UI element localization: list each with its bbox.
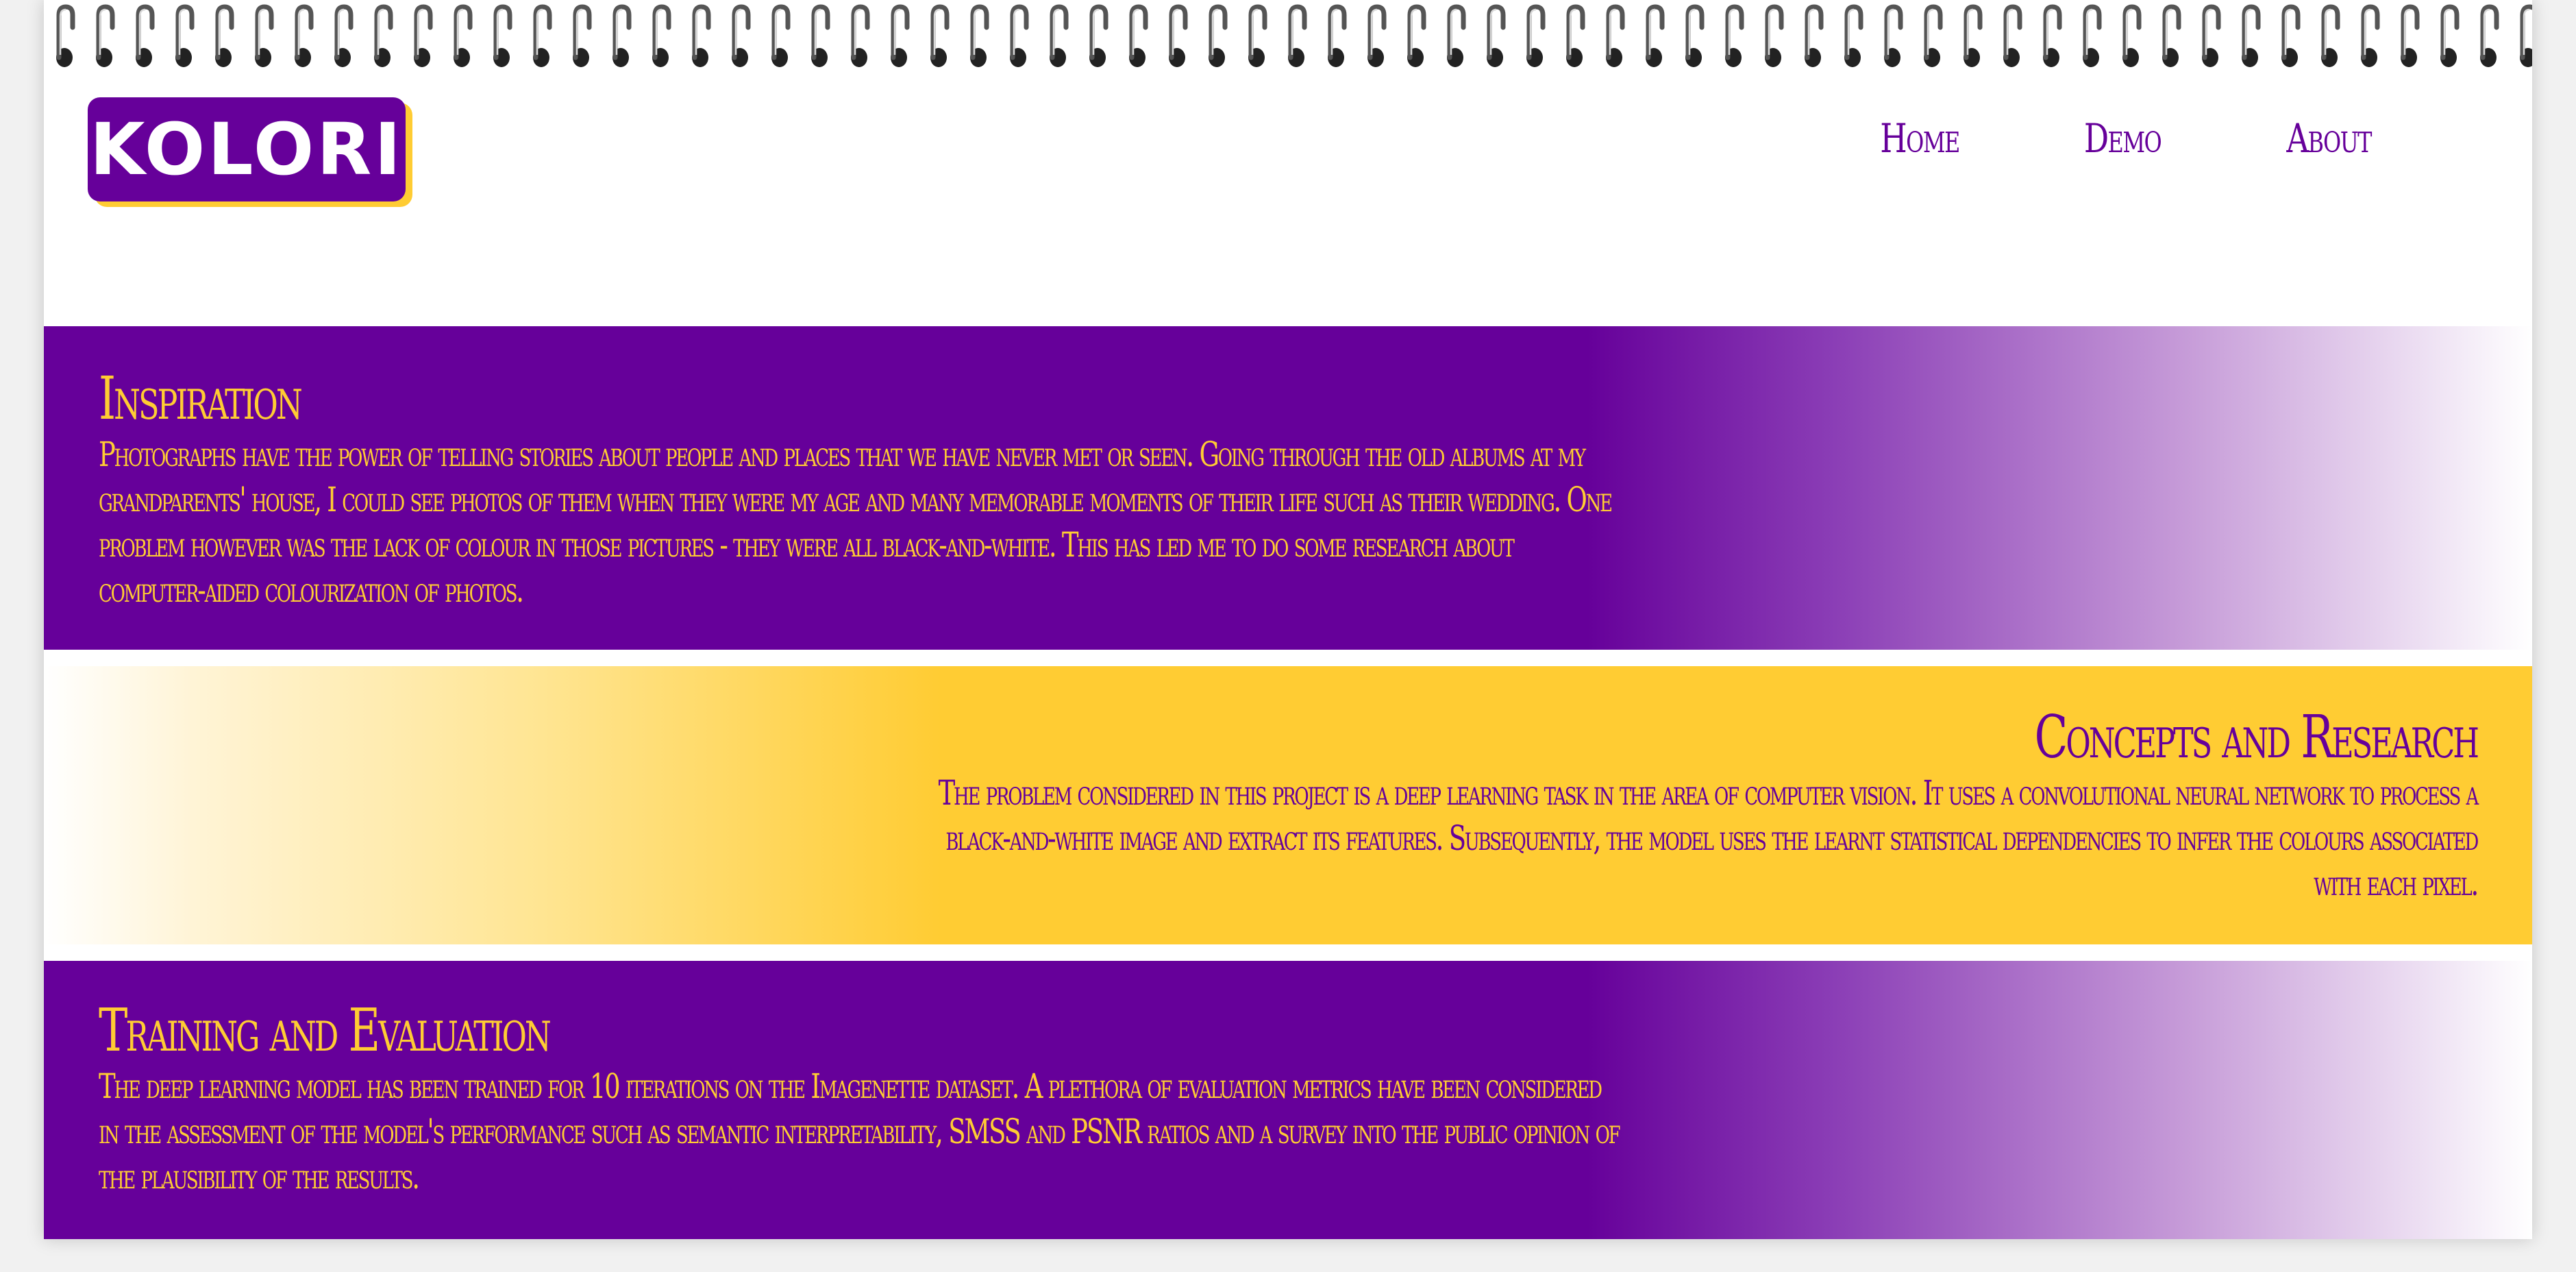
spiral-ring — [1288, 4, 1307, 67]
spiral-ring — [573, 4, 592, 67]
spiral-ring — [2242, 4, 2261, 67]
nav-home[interactable]: Home — [1880, 115, 1960, 162]
kolori-logo[interactable]: KOLORI — [88, 97, 406, 201]
spiral-ring — [2122, 4, 2142, 67]
spiral-ring — [2480, 4, 2499, 67]
spiral-ring — [2202, 4, 2221, 67]
spiral-ring — [1765, 4, 1784, 67]
spiral-ring — [1884, 4, 1903, 67]
spiral-ring — [652, 4, 671, 67]
training-body: The deep learning model has been trained… — [99, 1066, 1621, 1197]
spiral-ring — [56, 4, 75, 67]
spiral-ring — [2083, 4, 2102, 67]
spiral-ring — [970, 4, 989, 67]
spiral-ring — [1367, 4, 1387, 67]
spiral-ring — [2401, 4, 2420, 67]
spiral-ring — [1328, 4, 1347, 67]
spiral-ring — [2162, 4, 2181, 67]
spiral-ring — [1169, 4, 1188, 67]
spiral-ring — [1646, 4, 1665, 67]
spiral-binding — [44, 0, 2532, 75]
spiral-ring — [175, 4, 195, 67]
spiral-ring — [1129, 4, 1148, 67]
concepts-body: The problem considered in this project i… — [938, 773, 2479, 903]
spiral-ring — [1526, 4, 1546, 67]
spiral-ring — [533, 4, 552, 67]
inspiration-title: Inspiration — [99, 365, 303, 433]
spiral-ring — [612, 4, 632, 67]
spiral-ring — [1685, 4, 1705, 67]
spiral-ring — [1487, 4, 1506, 67]
spiral-ring — [295, 4, 314, 67]
spiral-ring — [454, 4, 473, 67]
spiral-ring — [1805, 4, 1824, 67]
spiral-ring — [811, 4, 830, 67]
notebook-page: KOLORI Home Demo About Inspiration Photo… — [44, 0, 2532, 1239]
spiral-ring — [215, 4, 234, 67]
spiral-ring — [334, 4, 354, 67]
spiral-ring — [930, 4, 950, 67]
concepts-section: Concepts and Research The problem consid… — [44, 666, 2532, 944]
spiral-ring — [414, 4, 433, 67]
training-title: Training and Evaluation — [99, 996, 552, 1065]
spiral-ring — [136, 4, 155, 67]
training-section: Training and Evaluation The deep learnin… — [44, 961, 2532, 1239]
concepts-title: Concepts and Research — [2034, 703, 2479, 772]
logo-text: KOLORI — [89, 108, 404, 191]
spiral-ring — [1606, 4, 1625, 67]
spiral-ring — [1407, 4, 1426, 67]
spiral-ring — [2520, 4, 2532, 67]
inspiration-body: Photographs have the power of telling st… — [99, 435, 1613, 610]
spiral-ring — [2440, 4, 2460, 67]
spiral-ring — [1566, 4, 1585, 67]
spiral-ring — [96, 4, 115, 67]
spiral-ring — [2043, 4, 2062, 67]
spiral-ring — [1844, 4, 1863, 67]
spiral-ring — [1010, 4, 1029, 67]
spiral-ring — [2281, 4, 2301, 67]
spiral-ring — [2003, 4, 2022, 67]
spiral-ring — [2321, 4, 2340, 67]
spiral-ring — [374, 4, 393, 67]
spiral-ring — [1924, 4, 1943, 67]
spiral-ring — [1050, 4, 1069, 67]
spiral-ring — [1447, 4, 1466, 67]
spiral-ring — [692, 4, 711, 67]
main-nav: Home Demo About — [1869, 115, 2383, 162]
nav-about[interactable]: About — [2286, 115, 2372, 162]
spiral-ring — [891, 4, 910, 67]
spiral-ring — [732, 4, 751, 67]
spiral-ring — [1089, 4, 1109, 67]
spiral-ring — [851, 4, 870, 67]
spiral-ring — [1725, 4, 1744, 67]
nav-demo[interactable]: Demo — [2084, 115, 2162, 162]
spiral-ring — [1248, 4, 1267, 67]
spiral-ring — [1209, 4, 1228, 67]
spiral-ring — [2361, 4, 2380, 67]
spiral-ring — [1964, 4, 1983, 67]
spiral-ring — [771, 4, 791, 67]
spiral-ring — [493, 4, 512, 67]
spiral-ring — [255, 4, 274, 67]
inspiration-section: Inspiration Photographs have the power o… — [44, 326, 2532, 650]
